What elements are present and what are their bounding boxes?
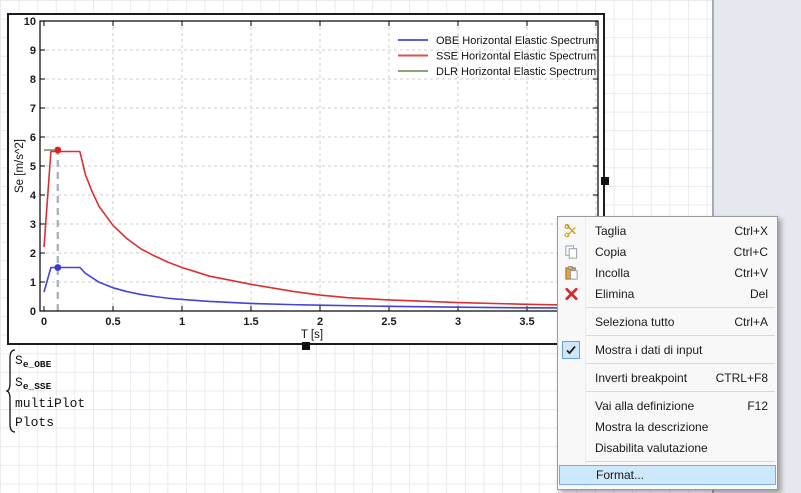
expression-multiplot[interactable]: multiPlot (15, 395, 85, 414)
delete-icon (563, 285, 580, 302)
menu-separator (586, 335, 775, 336)
spectrum-chart: 0 0.5 1 1.5 2 2.5 3 3.5 0 1 2 3 4 5 6 7 8 9 10 T [s] Se [m/s… (9, 15, 603, 343)
svg-text:4: 4 (30, 190, 37, 202)
svg-text:6: 6 (30, 132, 36, 144)
menu-item-label: Incolla (595, 266, 630, 280)
menu-item-elimina[interactable]: Elimina Del (558, 283, 777, 304)
svg-text:10: 10 (24, 16, 36, 28)
menu-item-mostra-dati-input[interactable]: Mostra i dati di input (558, 339, 777, 360)
menu-item-label: Format... (596, 468, 644, 482)
expression-text: multiPlot (15, 396, 85, 411)
expression-base: S (15, 353, 23, 368)
copy-icon (563, 243, 580, 260)
menu-separator (586, 391, 775, 392)
expression-subscript: e_SSE (23, 381, 52, 392)
expression-block: Se_OBE Se_SSE multiPlot Plots (15, 351, 85, 433)
menu-item-inverti-breakpoint[interactable]: Inverti breakpoint CTRL+F8 (558, 367, 777, 388)
menu-item-shortcut: Ctrl+V (734, 266, 768, 280)
menu-item-seleziona-tutto[interactable]: Seleziona tutto Ctrl+A (558, 311, 777, 332)
menu-item-label: Elimina (595, 287, 634, 301)
svg-text:2: 2 (317, 316, 323, 328)
svg-text:1.5: 1.5 (243, 316, 258, 328)
checked-checkbox-icon (562, 341, 580, 359)
expression-se-sse[interactable]: Se_SSE (15, 373, 85, 395)
menu-item-vai-alla-definizione[interactable]: Vai alla definizione F12 (558, 395, 777, 416)
svg-text:1: 1 (179, 316, 185, 328)
menu-item-label: Disabilita valutazione (595, 441, 708, 455)
svg-text:3.5: 3.5 (519, 316, 534, 328)
svg-text:DLR Horizontal Elastic Spectru: DLR Horizontal Elastic Spectrum (436, 66, 596, 78)
plot-region[interactable]: 0 0.5 1 1.5 2 2.5 3 3.5 0 1 2 3 4 5 6 7 8 9 10 T [s] Se [m/s… (7, 13, 605, 345)
svg-text:2: 2 (30, 248, 36, 260)
menu-item-shortcut: Ctrl+X (734, 224, 768, 238)
menu-separator (586, 461, 775, 462)
menu-item-label: Mostra la descrizione (595, 420, 708, 434)
svg-text:7: 7 (30, 103, 36, 115)
svg-text:3: 3 (30, 219, 36, 231)
svg-text:5: 5 (30, 161, 36, 173)
resize-handle-bottom[interactable] (302, 342, 310, 350)
menu-item-mostra-descrizione[interactable]: Mostra la descrizione (558, 416, 777, 437)
context-menu: Taglia Ctrl+X Copia Ctrl+C Incolla Ctrl+… (557, 216, 778, 490)
svg-text:3: 3 (455, 316, 461, 328)
scissors-icon (563, 222, 580, 239)
menu-item-copia[interactable]: Copia Ctrl+C (558, 241, 777, 262)
expression-base: S (15, 375, 23, 390)
expression-se-obe[interactable]: Se_OBE (15, 351, 85, 373)
menu-item-label: Mostra i dati di input (595, 343, 702, 357)
menu-item-incolla[interactable]: Incolla Ctrl+V (558, 262, 777, 283)
smath-worksheet: 0 0.5 1 1.5 2 2.5 3 3.5 0 1 2 3 4 5 6 7 8 9 10 T [s] Se [m/s… (0, 0, 801, 493)
menu-item-label: Seleziona tutto (595, 315, 674, 329)
svg-text:SSE Horizontal Elastic Spectru: SSE Horizontal Elastic Spectrum (436, 51, 596, 63)
menu-item-taglia[interactable]: Taglia Ctrl+X (558, 220, 777, 241)
svg-text:9: 9 (30, 45, 36, 57)
expression-text: Plots (15, 415, 54, 430)
menu-separator (586, 363, 775, 364)
svg-text:8: 8 (30, 74, 36, 86)
svg-text:0: 0 (30, 306, 36, 318)
expression-plots[interactable]: Plots (15, 414, 85, 433)
svg-text:T [s]: T [s] (301, 329, 323, 341)
resize-handle-right[interactable] (601, 177, 609, 185)
svg-text:0.5: 0.5 (105, 316, 120, 328)
menu-item-shortcut: Ctrl+C (734, 245, 768, 259)
menu-item-label: Copia (595, 245, 626, 259)
menu-item-label: Inverti breakpoint (595, 371, 687, 385)
svg-text:0: 0 (41, 316, 47, 328)
svg-text:1: 1 (30, 277, 36, 289)
menu-item-format[interactable]: Format... (559, 465, 776, 485)
menu-item-label: Vai alla definizione (595, 399, 694, 413)
menu-item-shortcut: Ctrl+A (734, 315, 768, 329)
paste-icon (563, 264, 580, 281)
menu-item-shortcut: Del (750, 287, 768, 301)
menu-item-shortcut: CTRL+F8 (716, 371, 768, 385)
svg-text:OBE Horizontal Elastic Spectru: OBE Horizontal Elastic Spectrum (436, 35, 597, 47)
expression-subscript: e_OBE (23, 359, 52, 370)
svg-text:Se [m/s^2]: Se [m/s^2] (14, 139, 26, 193)
menu-item-label: Taglia (595, 224, 626, 238)
menu-separator (586, 307, 775, 308)
svg-text:2.5: 2.5 (381, 316, 396, 328)
menu-item-disabilita-valutazione[interactable]: Disabilita valutazione (558, 437, 777, 458)
menu-item-shortcut: F12 (747, 399, 768, 413)
